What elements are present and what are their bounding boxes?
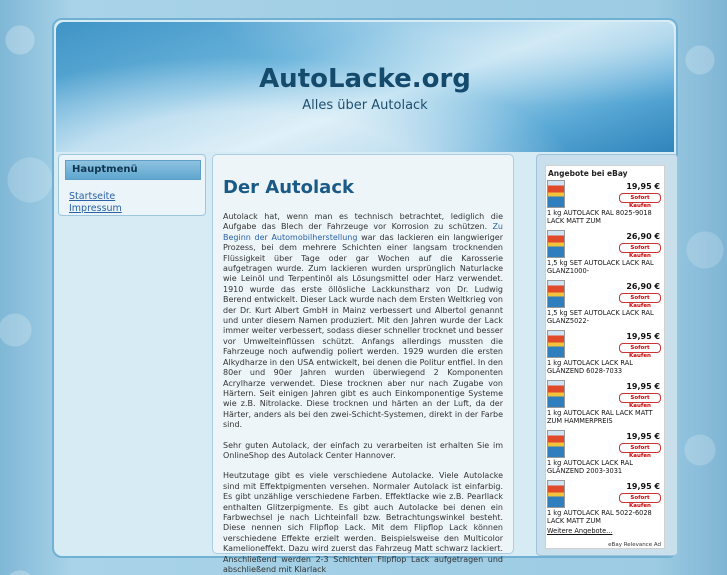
paragraph-1-text-a: Autolack hat, wenn man es technisch betr… (223, 212, 503, 232)
ebay-item[interactable]: 19,95 € Sofort Kaufen 1 kg AUTOLACK RAL LA… (546, 380, 664, 430)
ebay-ad-panel: Angebote bei eBay 19,95 € Sofort Kaufen 1 … (536, 154, 678, 556)
ebay-item[interactable]: 19,95 € Sofort Kaufen 1 kg AUTOLACK RAL 80… (546, 180, 664, 230)
main-content: Der Autolack Autolack hat, wenn man es t… (212, 154, 514, 574)
product-thumbnail[interactable] (547, 380, 565, 408)
paragraph-2: Sehr guten Autolack, der einfach zu vera… (223, 440, 503, 460)
more-offers-link[interactable]: Weitere Angebote... (547, 527, 612, 535)
ebay-relevance-label: eBay Relevance Ad (608, 542, 661, 548)
item-price: 19,95 € (626, 432, 660, 441)
paragraph-1-text-b: war das lackieren ein langwieriger Proze… (223, 232, 503, 430)
product-thumbnail[interactable] (547, 280, 565, 308)
menu-link-startseite[interactable]: Startseite (69, 191, 205, 203)
ebay-item[interactable]: 26,90 € Sofort Kaufen 1,5 kg SET AUTOLACK … (546, 230, 664, 280)
ebay-item[interactable]: 19,95 € Sofort Kaufen 1 kg AUTOLACK LACK R… (546, 330, 664, 380)
item-title[interactable]: 1,5 kg SET AUTOLACK LACK RAL GLANZ5022- (547, 309, 657, 325)
item-price: 26,90 € (626, 282, 660, 291)
product-thumbnail[interactable] (547, 480, 565, 508)
ebay-ad-title: Angebote bei eBay (548, 169, 628, 178)
item-title[interactable]: 1,5 kg SET AUTOLACK LACK RAL GLANZ1000- (547, 259, 657, 275)
item-price: 19,95 € (626, 382, 660, 391)
page-title: Der Autolack (223, 177, 354, 198)
product-thumbnail[interactable] (547, 330, 565, 358)
product-thumbnail[interactable] (547, 230, 565, 258)
item-title[interactable]: 1 kg AUTOLACK RAL 5022-6028 LACK MATT ZU… (547, 509, 657, 525)
paragraph-1: Autolack hat, wenn man es technisch betr… (223, 212, 503, 431)
ebay-item[interactable]: 19,95 € Sofort Kaufen 1 kg AUTOLACK LACK R… (546, 430, 664, 480)
item-title[interactable]: 1 kg AUTOLACK RAL LACK MATT ZUM HAMMERPR… (547, 409, 657, 425)
ebay-item[interactable]: 26,90 € Sofort Kaufen 1,5 kg SET AUTOLACK … (546, 280, 664, 330)
site-subtitle: Alles über Autolack (302, 98, 428, 113)
buy-now-badge[interactable]: Sofort Kaufen (619, 443, 661, 459)
item-title[interactable]: 1 kg AUTOLACK LACK RAL GLÄNZEND 2003-303… (547, 459, 657, 475)
item-price: 19,95 € (626, 332, 660, 341)
buy-now-badge[interactable]: Sofort Kaufen (619, 343, 661, 359)
item-price: 26,90 € (626, 232, 660, 241)
item-price: 19,95 € (626, 482, 660, 491)
buy-now-badge[interactable]: Sofort Kaufen (619, 393, 661, 409)
product-thumbnail[interactable] (547, 180, 565, 208)
ebay-item[interactable]: 19,95 € Sofort Kaufen 1 kg AUTOLACK RAL 50… (546, 480, 664, 530)
site-header: AutoLacke.org Alles über Autolack (56, 22, 674, 152)
item-title[interactable]: 1 kg AUTOLACK RAL 8025-9018 LACK MATT ZU… (547, 209, 657, 225)
product-thumbnail[interactable] (547, 430, 565, 458)
buy-now-badge[interactable]: Sofort Kaufen (619, 493, 661, 509)
main-menu: Hauptmenü Startseite Impressum (58, 154, 206, 216)
item-price: 19,95 € (626, 182, 660, 191)
item-title[interactable]: 1 kg AUTOLACK LACK RAL GLÄNZEND 6028-703… (547, 359, 657, 375)
buy-now-badge[interactable]: Sofort Kaufen (619, 293, 661, 309)
menu-link-impressum[interactable]: Impressum (69, 203, 205, 215)
main-menu-heading: Hauptmenü (65, 160, 201, 180)
buy-now-badge[interactable]: Sofort Kaufen (619, 193, 661, 209)
ebay-ad-box: Angebote bei eBay 19,95 € Sofort Kaufen 1 … (545, 165, 665, 549)
site-title[interactable]: AutoLacke.org (56, 64, 674, 94)
buy-now-badge[interactable]: Sofort Kaufen (619, 243, 661, 259)
paragraph-3: Heutzutage gibt es viele verschiedene Au… (223, 471, 503, 574)
